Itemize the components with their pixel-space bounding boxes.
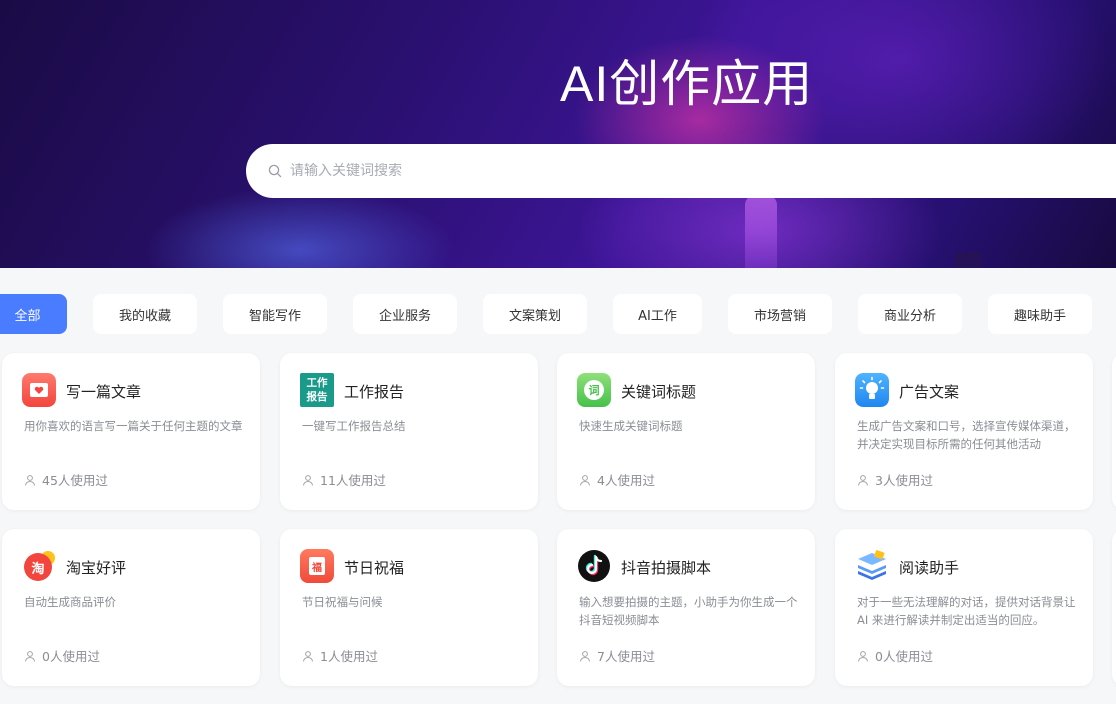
card-usage: 11人使用过 xyxy=(302,470,386,489)
app-card-keyword-title[interactable]: 词 关键词标题 快速生成关键词标题 4人使用过 xyxy=(557,353,815,510)
user-icon xyxy=(858,474,868,486)
tab-fun-assistant[interactable]: 趣味助手 xyxy=(988,294,1092,334)
usage-count: 3人使用过 xyxy=(875,473,933,488)
user-icon xyxy=(25,474,35,486)
card-usage: 0人使用过 xyxy=(24,646,100,665)
card-title: 写一篇文章 xyxy=(66,383,142,401)
reading-icon xyxy=(858,550,886,580)
card-title: 阅读助手 xyxy=(899,559,960,577)
card-title: 抖音拍摄脚本 xyxy=(621,559,712,577)
tab-business-analysis[interactable]: 商业分析 xyxy=(858,294,962,334)
card-description: 自动生成商品评价 xyxy=(24,595,116,609)
tab-all[interactable]: 全部 xyxy=(0,294,67,334)
usage-count: 11人使用过 xyxy=(320,473,386,488)
search-bar[interactable] xyxy=(246,144,1116,198)
app-card-write-article[interactable]: 写一篇文章 用你喜欢的语言写一篇关于任何主题的文章 45人使用过 xyxy=(2,353,260,510)
festival-icon: 福 xyxy=(300,549,334,583)
search-icon xyxy=(268,164,282,178)
card-description: 一键写工作报告总结 xyxy=(302,419,406,433)
app-card-douyin-script[interactable]: 抖音拍摄脚本 输入想要拍摄的主题，小助手为你生成一个抖音短视频脚本 7人使用过 xyxy=(557,529,815,686)
app-card-partial[interactable] xyxy=(1112,529,1116,686)
card-description: 对于一些无法理解的对话，提供对话背景让 AI 来进行解读并制定出适当的回应。 xyxy=(857,595,1076,627)
tab-ai-work[interactable]: AI工作 xyxy=(613,294,702,334)
hero-building-decoration xyxy=(955,252,981,268)
app-card-reading-assistant[interactable]: 阅读助手 对于一些无法理解的对话，提供对话背景让 AI 来进行解读并制定出适当的… xyxy=(835,529,1093,686)
card-usage: 7人使用过 xyxy=(579,646,655,665)
tab-copywriting[interactable]: 文案策划 xyxy=(483,294,587,334)
card-description: 快速生成关键词标题 xyxy=(579,419,683,433)
card-usage: 3人使用过 xyxy=(857,470,933,489)
card-title: 节日祝福 xyxy=(344,559,405,577)
usage-count: 7人使用过 xyxy=(597,649,655,664)
hero-banner: AI创作应用 xyxy=(0,0,1116,268)
usage-count: 4人使用过 xyxy=(597,473,655,488)
usage-count: 45人使用过 xyxy=(42,473,108,488)
usage-count: 0人使用过 xyxy=(875,649,933,664)
tab-enterprise-service[interactable]: 企业服务 xyxy=(353,294,457,334)
card-description: 节日祝福与问候 xyxy=(302,595,383,609)
tab-favorites[interactable]: 我的收藏 xyxy=(93,294,197,334)
card-title: 淘宝好评 xyxy=(66,559,127,577)
card-description: 生成广告文案和口号，选择宣传媒体渠道，并决定实现目标所需的任何其他活动 xyxy=(857,419,1076,451)
card-usage: 45人使用过 xyxy=(24,470,108,489)
user-icon xyxy=(580,474,590,486)
card-title: 广告文案 xyxy=(899,383,960,401)
app-card-work-report[interactable]: 工作 报告 工作报告 一键写工作报告总结 11人使用过 xyxy=(280,353,538,510)
search-input[interactable] xyxy=(290,163,890,179)
user-icon xyxy=(303,650,313,662)
ad-copy-icon xyxy=(855,373,889,407)
card-description: 用你喜欢的语言写一篇关于任何主题的文章 xyxy=(24,419,243,433)
card-description: 输入想要拍摄的主题，小助手为你生成一个抖音短视频脚本 xyxy=(579,595,798,627)
app-card-taobao-review[interactable]: 淘 淘宝好评 自动生成商品评价 0人使用过 xyxy=(2,529,260,686)
article-icon xyxy=(22,373,56,407)
page-title: AI创作应用 xyxy=(560,56,814,112)
douyin-icon xyxy=(578,550,610,582)
tab-smart-writing[interactable]: 智能写作 xyxy=(223,294,327,334)
usage-count: 0人使用过 xyxy=(42,649,100,664)
card-title: 工作报告 xyxy=(344,383,405,401)
card-usage: 1人使用过 xyxy=(302,646,378,665)
user-icon xyxy=(25,650,35,662)
keyword-icon: 词 xyxy=(577,373,611,407)
app-card-ad-copy[interactable]: 广告文案 生成广告文案和口号，选择宣传媒体渠道，并决定实现目标所需的任何其他活动… xyxy=(835,353,1093,510)
work-report-icon: 工作 报告 xyxy=(300,373,334,407)
taobao-icon: 淘 xyxy=(22,549,56,583)
card-title: 关键词标题 xyxy=(621,383,697,401)
card-usage: 4人使用过 xyxy=(579,470,655,489)
usage-count: 1人使用过 xyxy=(320,649,378,664)
card-usage: 0人使用过 xyxy=(857,646,933,665)
tab-marketing[interactable]: 市场营销 xyxy=(728,294,832,334)
hero-tower-decoration xyxy=(745,195,777,268)
app-card-partial[interactable] xyxy=(1112,353,1116,510)
app-card-festival-greeting[interactable]: 福 节日祝福 节日祝福与问候 1人使用过 xyxy=(280,529,538,686)
user-icon xyxy=(580,650,590,662)
user-icon xyxy=(858,650,868,662)
user-icon xyxy=(303,474,313,486)
